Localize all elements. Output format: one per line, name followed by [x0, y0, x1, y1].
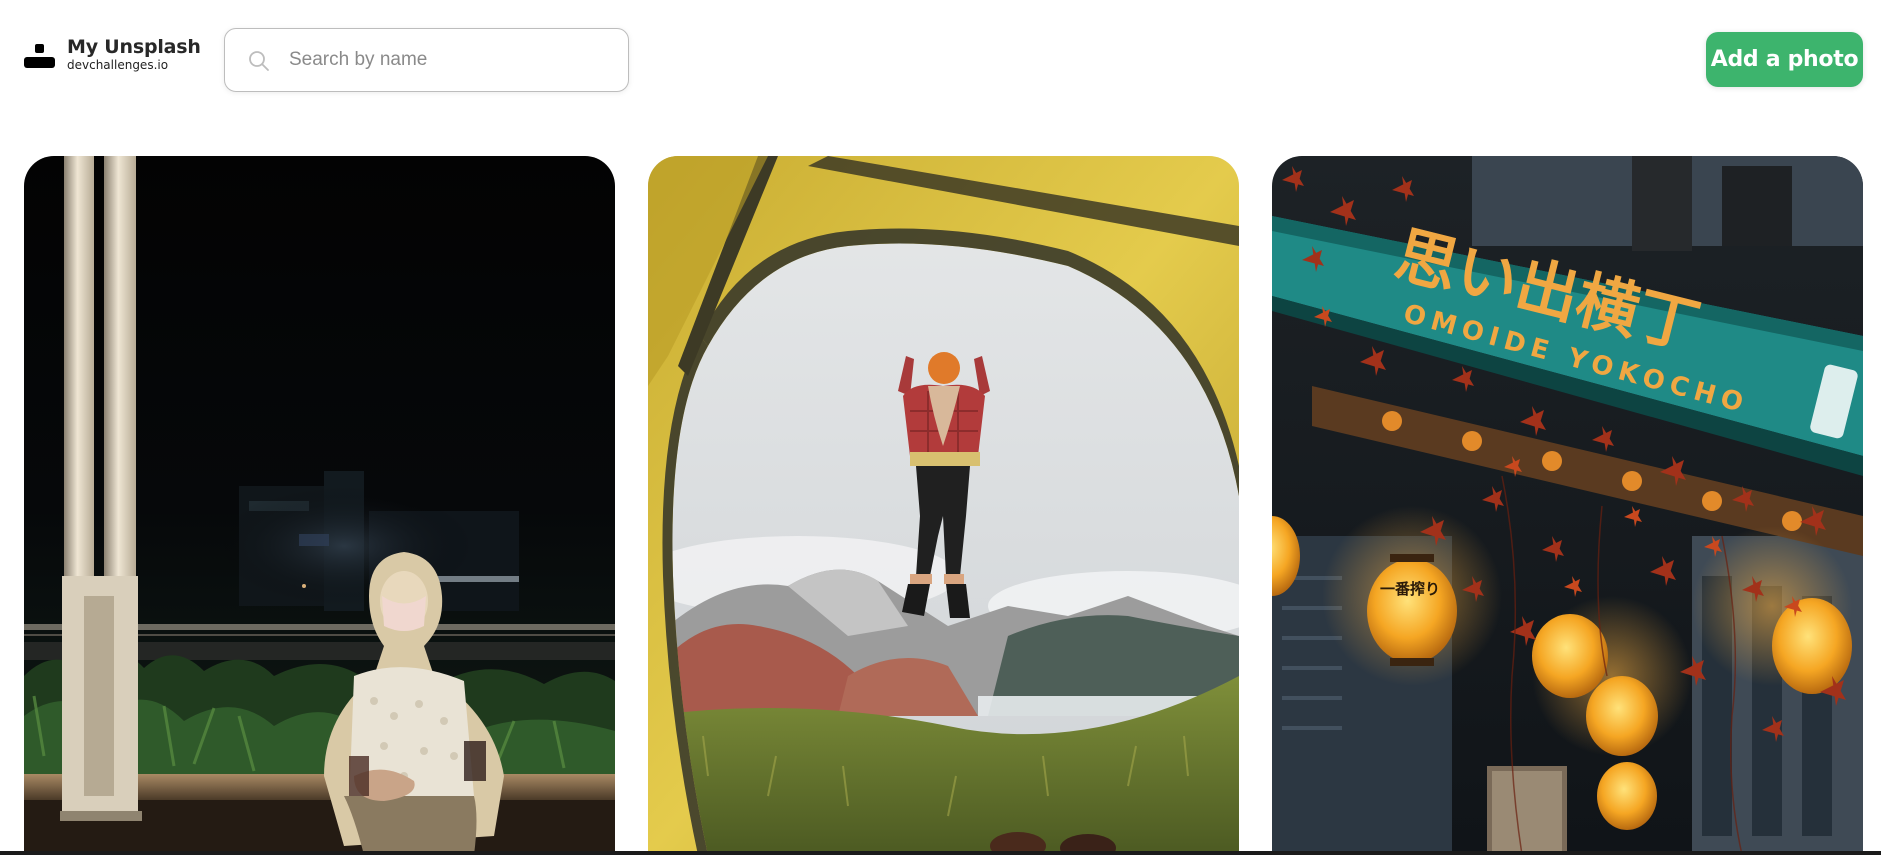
- photo-image: [24, 156, 615, 855]
- brand-subtitle: devchallenges.io: [67, 58, 169, 72]
- divider: [0, 851, 1881, 855]
- brand-text: My Unsplash devchallenges.io: [67, 36, 201, 72]
- photo-image: 思い出横丁 OMOIDE YOKOCHO 一番搾り: [1272, 156, 1863, 855]
- add-photo-button[interactable]: Add a photo: [1706, 32, 1863, 87]
- photo-card-omoide-yokocho[interactable]: 思い出横丁 OMOIDE YOKOCHO 一番搾り: [1272, 156, 1863, 855]
- brand-logo[interactable]: My Unsplash devchallenges.io: [24, 36, 201, 72]
- header: My Unsplash devchallenges.io Add a photo: [0, 0, 1881, 120]
- brand-title: My Unsplash: [67, 36, 201, 58]
- photo-image: [648, 156, 1239, 855]
- page: My Unsplash devchallenges.io Add a photo: [0, 0, 1881, 855]
- search-icon: [249, 51, 269, 71]
- search-input[interactable]: [289, 29, 609, 91]
- search-box[interactable]: [224, 28, 629, 92]
- lantern-text: 一番搾り: [1380, 580, 1440, 598]
- photo-card-tent-jump[interactable]: [648, 156, 1239, 855]
- unsplash-user-icon: [24, 40, 55, 68]
- photo-card-woman-night[interactable]: [24, 156, 615, 855]
